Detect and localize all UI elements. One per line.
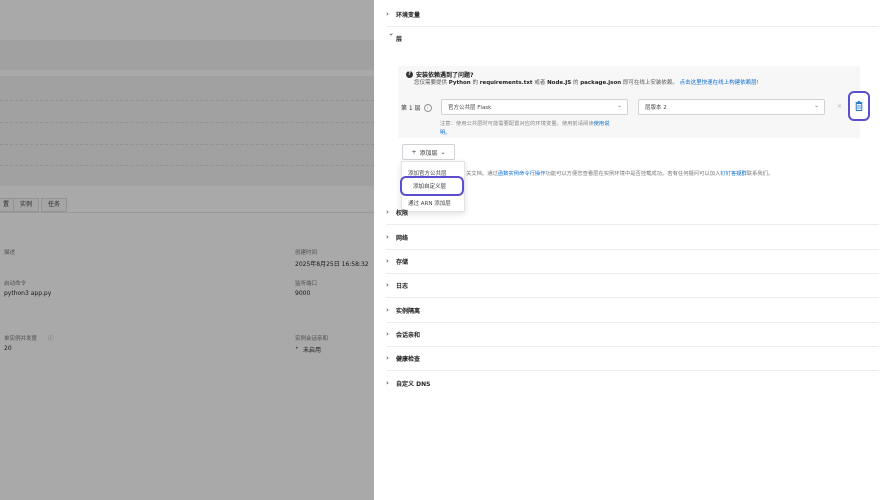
section-health-check[interactable]: › 健康检查 (386, 346, 879, 371)
section-label: 实例隔离 (396, 307, 421, 315)
section-session-affinity[interactable]: › 会话亲和 (386, 322, 879, 347)
delete-layer-button[interactable] (848, 91, 870, 121)
layer-label: 第 1 层 i (401, 103, 432, 112)
usage-doc-link[interactable]: 使用说 (594, 121, 610, 127)
usage-doc-link-tail[interactable]: 明。 (440, 130, 451, 136)
tip-node: Node.JS (547, 80, 572, 86)
section-network[interactable]: › 网络 (386, 225, 879, 250)
tip-text: 您仅需要提供 (414, 80, 448, 86)
chevron-right-icon: › (386, 233, 389, 241)
section-env-vars[interactable]: › 环境变量 (386, 2, 879, 27)
add-layer-label: 添加层 (419, 149, 438, 157)
add-layer-button[interactable]: + 添加层 ⌄ (402, 144, 455, 160)
section-label: 日志 (396, 282, 409, 290)
tip-package: package.json (580, 80, 622, 86)
note-text: 注意：使用公共层时可能需要配置对应的环境变量。使用前请阅读 (440, 121, 594, 127)
background-panel: 置 实例 任务 描述 创建时间 2025年8月25日 16:58:32 启动命令… (0, 0, 374, 500)
chevron-right-icon: › (386, 281, 389, 289)
section-label: 环境变量 (396, 11, 421, 19)
layer-version-select[interactable]: 层版本 2 ⌄ (638, 99, 825, 115)
chevron-down-icon: › (387, 33, 395, 36)
build-layer-link[interactable]: 点击这里快速在线上构建依赖层! (680, 80, 759, 86)
layer-select-value: 官方公共层 Flask (448, 105, 492, 111)
trash-icon (855, 101, 863, 111)
more-info-text: 关文档。通过函数实例命令行操作功能可以方便您查看层在实例环境中是否挂载成功。若有… (466, 169, 773, 177)
menu-item-add-custom-layer[interactable]: 添加自定义层 (400, 176, 464, 196)
dingtalk-group-link[interactable]: 钉钉答疑群 (720, 171, 747, 177)
more-tip-text: 功能可以方便您查看层在实例环境中是否挂载成功。若有任何疑问可以加入 (545, 171, 721, 177)
section-instance-isolation[interactable]: › 实例隔离 (386, 298, 879, 323)
tip-text: 或者 (534, 80, 546, 86)
section-label: 自定义 DNS (396, 380, 431, 388)
tip-description: 您仅需要提供 Python 的 requirements.txt 或者 Node… (414, 78, 759, 86)
modal-overlay[interactable] (0, 0, 374, 500)
tip-python: Python (448, 80, 471, 86)
chevron-right-icon: › (386, 330, 389, 338)
layer-select[interactable]: 官方公共层 Flask ⌄ (441, 99, 628, 115)
section-label: 层 (396, 35, 403, 43)
section-permissions[interactable]: › 权限 (386, 200, 879, 225)
config-drawer: › 环境变量 › 层 ? 安装依赖遇到了问题? 您仅需要提供 Python 的 … (374, 0, 889, 500)
layer-note: 注意：使用公共层时可能需要配置对应的环境变量。使用前请阅读使用说 明。 (440, 120, 740, 138)
chevron-down-icon: ⌄ (440, 148, 446, 156)
question-icon: ? (406, 71, 413, 78)
section-label: 存储 (396, 258, 409, 266)
section-logs[interactable]: › 日志 (386, 273, 879, 298)
version-select-value: 层版本 2 (645, 105, 667, 111)
section-label: 网络 (396, 234, 409, 242)
section-label: 健康检查 (396, 355, 421, 363)
chevron-right-icon: › (386, 354, 389, 362)
chevron-right-icon: › (386, 379, 389, 387)
tip-requirements: requirements.txt (479, 80, 533, 86)
chevron-right-icon: › (386, 208, 389, 216)
section-storage[interactable]: › 存储 (386, 249, 879, 274)
section-label: 会话亲和 (396, 331, 421, 339)
chevron-right-icon: › (386, 257, 389, 265)
tip-text: 的 (572, 80, 579, 86)
info-icon: i (423, 103, 432, 112)
more-tip-text: 关文档。通过 (466, 171, 498, 177)
tip-text: 的 (472, 80, 478, 86)
plus-icon: + (411, 148, 417, 156)
more-tip-text: 联系我们。 (746, 171, 774, 177)
clear-icon[interactable]: ✕ (837, 103, 842, 110)
layer-label-text: 第 1 层 (401, 105, 421, 112)
section-layers[interactable]: › 层 (386, 26, 879, 50)
chevron-down-icon: ⌄ (616, 102, 622, 109)
section-custom-dns[interactable]: › 自定义 DNS (386, 371, 879, 395)
tip-text: 即可在线上安装依赖。 (622, 80, 678, 86)
chevron-right-icon: › (386, 306, 389, 314)
chevron-right-icon: › (386, 10, 389, 18)
instance-cli-link[interactable]: 函数实例命令行操作 (498, 171, 546, 177)
section-label: 权限 (396, 209, 409, 217)
chevron-down-icon: ⌄ (813, 102, 819, 109)
